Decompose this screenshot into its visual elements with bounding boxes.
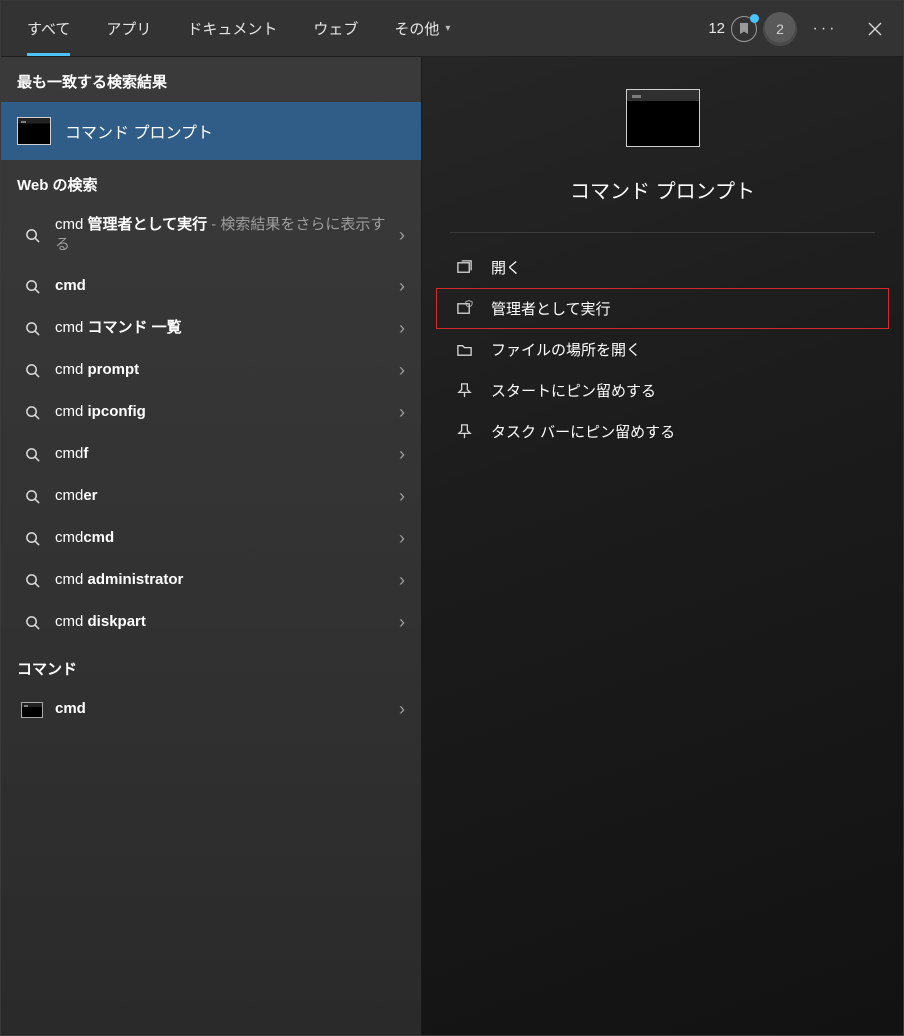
action-open[interactable]: 開く [436, 247, 889, 288]
pin-icon [451, 423, 477, 440]
cmd-large-icon [626, 89, 700, 147]
chevron-right-icon: › [399, 699, 405, 720]
search-icon [19, 279, 45, 294]
rewards-indicator[interactable]: 12 [708, 16, 757, 42]
web-result-item[interactable]: cmdcmd› [1, 518, 421, 560]
action-label: ファイルの場所を開く [477, 339, 641, 360]
web-result-text: cmdcmd [45, 528, 399, 548]
command-item[interactable]: cmd › [1, 689, 421, 731]
preview-title: コマンド プロンプト [570, 175, 755, 204]
action-pin[interactable]: スタートにピン留めする [436, 370, 889, 411]
web-result-text: cmd [45, 276, 399, 296]
search-icon [19, 321, 45, 336]
chevron-down-icon: ▾ [445, 23, 450, 34]
group-best-match: 最も一致する検索結果 [1, 57, 421, 102]
chevron-right-icon: › [399, 444, 405, 465]
web-result-item[interactable]: cmd› [1, 266, 421, 308]
search-icon [19, 489, 45, 504]
chevron-right-icon: › [399, 402, 405, 423]
group-web-search: Web の検索 [1, 160, 421, 205]
chevron-right-icon: › [399, 225, 405, 246]
best-match-item[interactable]: コマンド プロンプト [1, 102, 421, 160]
chevron-right-icon: › [399, 528, 405, 549]
web-result-item[interactable]: cmd diskpart› [1, 602, 421, 644]
web-result-text: cmd 管理者として実行 - 検索結果をさらに表示する [45, 215, 399, 256]
web-result-text: cmder [45, 486, 399, 506]
search-icon [19, 405, 45, 420]
preview-header: コマンド プロンプト [422, 79, 903, 228]
web-result-text: cmd administrator [45, 570, 399, 590]
action-pin[interactable]: タスク バーにピン留めする [436, 411, 889, 452]
search-icon [19, 228, 45, 243]
search-icon [19, 615, 45, 630]
action-label: タスク バーにピン留めする [477, 421, 675, 442]
results-panel: 最も一致する検索結果 コマンド プロンプト Web の検索 cmd 管理者として… [1, 57, 421, 1035]
web-result-item[interactable]: cmd コマンド 一覧› [1, 308, 421, 350]
chevron-right-icon: › [399, 318, 405, 339]
tab-all[interactable]: すべて [9, 1, 88, 56]
chevron-right-icon: › [399, 276, 405, 297]
web-result-item[interactable]: cmd 管理者として実行 - 検索結果をさらに表示する› [1, 205, 421, 266]
preview-panel: コマンド プロンプト 開く管理者として実行ファイルの場所を開くスタートにピン留め… [421, 57, 903, 1035]
pin-icon [451, 382, 477, 399]
terminal-icon [19, 702, 45, 718]
action-shield-highlight[interactable]: 管理者として実行 [436, 288, 889, 329]
tab-more[interactable]: その他▾ [376, 1, 468, 56]
body: 最も一致する検索結果 コマンド プロンプト Web の検索 cmd 管理者として… [1, 57, 903, 1035]
web-result-item[interactable]: cmder› [1, 476, 421, 518]
open-icon [451, 259, 477, 276]
header: すべて アプリ ドキュメント ウェブ その他▾ 12 2 ··· [1, 1, 903, 57]
best-match-label: コマンド プロンプト [65, 119, 213, 143]
close-button[interactable] [853, 1, 897, 57]
search-icon [19, 363, 45, 378]
web-result-item[interactable]: cmd ipconfig› [1, 392, 421, 434]
search-icon [19, 531, 45, 546]
tab-apps[interactable]: アプリ [88, 1, 169, 56]
search-window: すべて アプリ ドキュメント ウェブ その他▾ 12 2 ··· 最も一致する検… [0, 0, 904, 1036]
actions-list: 開く管理者として実行ファイルの場所を開くスタートにピン留めするタスク バーにピン… [422, 243, 903, 456]
chevron-right-icon: › [399, 612, 405, 633]
user-avatar[interactable]: 2 [763, 12, 797, 46]
search-icon [19, 447, 45, 462]
rewards-count: 12 [708, 20, 725, 37]
web-result-item[interactable]: cmd prompt› [1, 350, 421, 392]
action-label: 管理者として実行 [477, 298, 611, 319]
divider [450, 232, 875, 233]
shield-icon [451, 300, 477, 317]
web-result-text: cmdf [45, 444, 399, 464]
action-label: 開く [477, 257, 521, 278]
search-icon [19, 573, 45, 588]
chevron-right-icon: › [399, 570, 405, 591]
web-result-item[interactable]: cmdf› [1, 434, 421, 476]
action-label: スタートにピン留めする [477, 380, 656, 401]
tab-web[interactable]: ウェブ [295, 1, 376, 56]
chevron-right-icon: › [399, 360, 405, 381]
tab-documents[interactable]: ドキュメント [169, 1, 295, 56]
header-right: 12 2 ··· [708, 1, 903, 56]
scope-tabs: すべて アプリ ドキュメント ウェブ その他▾ [1, 1, 468, 56]
web-result-text: cmd ipconfig [45, 402, 399, 422]
web-result-text: cmd prompt [45, 360, 399, 380]
group-command: コマンド [1, 644, 421, 689]
medal-icon [731, 16, 757, 42]
web-result-text: cmd コマンド 一覧 [45, 318, 399, 338]
web-result-text: cmd diskpart [45, 612, 399, 632]
cmd-app-icon [17, 117, 51, 145]
chevron-right-icon: › [399, 486, 405, 507]
more-options-button[interactable]: ··· [803, 1, 847, 57]
folder-icon [451, 341, 477, 358]
web-result-item[interactable]: cmd administrator› [1, 560, 421, 602]
action-folder[interactable]: ファイルの場所を開く [436, 329, 889, 370]
